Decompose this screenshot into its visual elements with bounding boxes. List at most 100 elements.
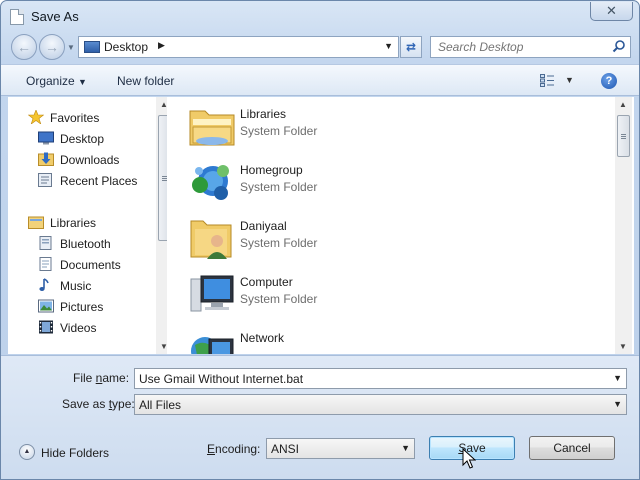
refresh-icon: ⇄ [405, 40, 417, 54]
file-list-scrollbar[interactable]: ▲ ▼ [615, 97, 632, 354]
sidebar-item-label: Favorites [50, 111, 100, 125]
label-text: ncoding: [215, 442, 261, 456]
file-type: System Folder [240, 124, 318, 138]
file-name: Libraries [240, 107, 287, 121]
address-bar[interactable]: Desktop ▶ ▼ [78, 36, 399, 58]
sidebar-item-label: Downloads [60, 153, 120, 167]
file-name-label: File name: [73, 371, 129, 385]
hide-folders-button[interactable]: ▲ Hide Folders [19, 442, 119, 464]
list-item[interactable]: Libraries System Folder [181, 99, 611, 151]
list-item[interactable]: Daniyaal System Folder [181, 211, 611, 263]
file-type: System Folder [240, 180, 318, 194]
scroll-grip [621, 136, 626, 137]
sidebar-item-bluetooth[interactable]: Bluetooth [8, 233, 154, 253]
close-button[interactable]: ✕ [590, 2, 633, 21]
sidebar-item-downloads[interactable]: Downloads [8, 149, 154, 169]
encoding-value: ANSI [271, 442, 300, 456]
bluetooth-folder-icon [39, 236, 52, 250]
network-icon [191, 337, 234, 354]
change-view-icon[interactable] [540, 74, 555, 87]
address-dropdown-icon[interactable]: ▼ [384, 41, 393, 51]
label-text: File [73, 371, 96, 385]
label-accelerator: E [207, 442, 216, 456]
sidebar-item-label: Videos [60, 321, 97, 335]
save-options-panel: File name: ▼ Save as type: All Files ▼ ▲… [1, 355, 639, 479]
file-type: System Folder [240, 292, 318, 306]
back-arrow-icon: ← [17, 39, 31, 55]
desktop-folder-icon [84, 41, 100, 53]
save-as-type-dropdown-icon: ▼ [613, 399, 622, 409]
sidebar-item-documents[interactable]: Documents [8, 254, 154, 274]
scroll-grip [621, 138, 626, 139]
breadcrumb-chevron-icon[interactable]: ▶ [158, 40, 165, 51]
pictures-icon [38, 299, 54, 313]
cancel-button[interactable]: Cancel [529, 436, 615, 460]
refresh-button[interactable]: ⇄ [400, 36, 422, 58]
file-list: Libraries System Folder Homegroup System… [167, 97, 634, 354]
sidebar-item-desktop[interactable]: Desktop [8, 128, 154, 148]
search-input[interactable] [431, 37, 609, 57]
label-text: Save as [62, 397, 109, 411]
search-box[interactable] [430, 36, 631, 58]
sidebar-item-label: Desktop [60, 132, 105, 146]
sidebar-item-label: Documents [60, 258, 121, 272]
encoding-label: Encoding: [207, 442, 260, 456]
sidebar-item-label: Music [60, 279, 92, 293]
file-name: Homegroup [240, 163, 303, 177]
sidebar-item-label: Bluetooth [60, 237, 111, 251]
file-name: Daniyaal [240, 219, 287, 233]
forward-button[interactable]: → [39, 34, 65, 60]
save-as-dialog: Save As ✕ ← → ▼ Desktop ▶ ▼ ⇄ Organize ▼… [0, 0, 640, 480]
scroll-down-icon[interactable]: ▼ [619, 342, 627, 351]
file-name-field[interactable]: ▼ [134, 368, 627, 389]
collapse-icon: ▲ [19, 444, 35, 460]
back-button[interactable]: ← [11, 34, 37, 60]
scroll-grip [621, 134, 626, 135]
encoding-select[interactable]: ANSI ▼ [266, 438, 415, 459]
organize-dropdown-icon: ▼ [78, 77, 87, 87]
file-name: Network [240, 331, 285, 345]
sidebar-item-favorites[interactable]: Favorites [8, 107, 154, 127]
title-bar[interactable]: Save As ✕ [1, 1, 639, 31]
documents-icon [39, 257, 52, 271]
new-folder-button[interactable]: New folder [117, 74, 174, 88]
command-bar: Organize ▼ New folder ▼ ? [1, 64, 639, 96]
scroll-up-icon[interactable]: ▲ [619, 100, 627, 109]
organize-button[interactable]: Organize ▼ [26, 74, 87, 88]
sidebar-item-videos[interactable]: Videos [8, 317, 154, 337]
encoding-dropdown-icon: ▼ [401, 443, 410, 453]
downloads-icon [38, 152, 54, 166]
window-title: Save As [31, 9, 79, 24]
sidebar-item-libraries[interactable]: Libraries [8, 212, 154, 232]
label-text: ame: [102, 371, 130, 385]
star-icon [28, 110, 44, 124]
save-as-type-value: All Files [139, 398, 182, 412]
search-icon[interactable] [612, 39, 626, 53]
computer-icon [190, 275, 234, 312]
user-folder-icon [190, 220, 232, 259]
list-item[interactable]: Computer System Folder [181, 267, 611, 319]
desktop-icon [38, 131, 54, 145]
sidebar-item-pictures[interactable]: Pictures [8, 296, 154, 316]
list-item[interactable]: Homegroup System Folder [181, 155, 611, 207]
file-name-dropdown-icon[interactable]: ▼ [613, 373, 622, 383]
view-dropdown-icon[interactable]: ▼ [565, 75, 574, 85]
organize-label: Organize [26, 74, 75, 88]
save-as-type-select[interactable]: All Files ▼ [134, 394, 627, 415]
mouse-cursor-icon [462, 448, 476, 469]
sidebar-item-music[interactable]: Music [8, 275, 154, 295]
breadcrumb-desktop[interactable]: Desktop [104, 40, 148, 54]
hide-folders-label: Hide Folders [41, 446, 110, 460]
file-name-input[interactable] [135, 369, 605, 388]
libraries-icon [28, 216, 44, 229]
help-icon[interactable]: ? [601, 73, 617, 89]
scrollbar-thumb[interactable] [617, 115, 630, 157]
list-item[interactable]: Network [181, 323, 611, 354]
sidebar-item-recent-places[interactable]: Recent Places [8, 170, 154, 190]
file-name: Computer [240, 275, 293, 289]
file-type: System Folder [240, 236, 318, 250]
recent-pages-chevron-icon[interactable]: ▼ [67, 43, 75, 52]
document-icon [10, 9, 24, 25]
sidebar-item-label: Recent Places [60, 174, 138, 188]
videos-icon [39, 320, 53, 334]
